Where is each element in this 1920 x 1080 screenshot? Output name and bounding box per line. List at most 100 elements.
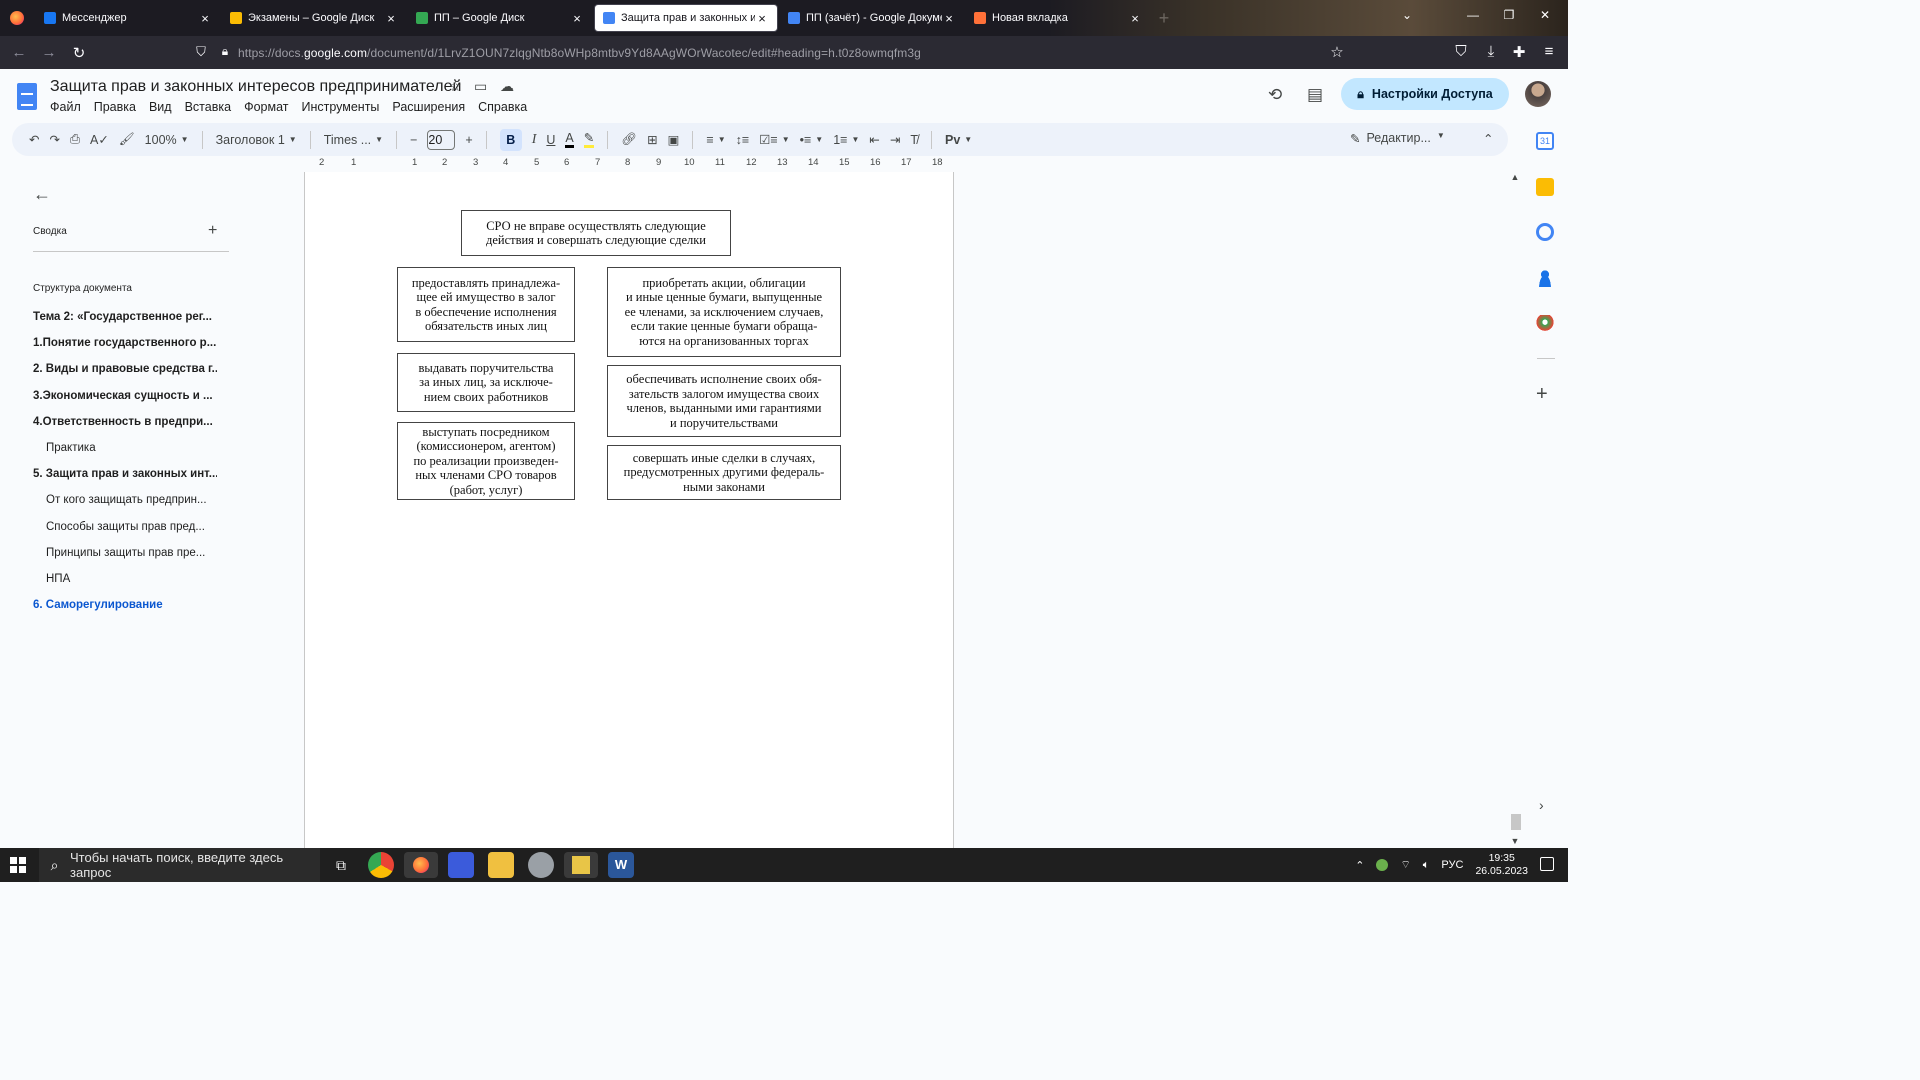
input-tools-icon[interactable]: Рv ▼ (945, 133, 972, 147)
underline-icon[interactable]: U (546, 133, 555, 147)
browser-tab[interactable]: ПП – Google Диск × (408, 4, 592, 32)
line-spacing-icon[interactable]: ↕≡ (736, 133, 750, 147)
print-icon[interactable]: ⎙ (70, 132, 80, 147)
maps-icon[interactable] (1536, 315, 1554, 333)
save-app-icon[interactable] (448, 852, 474, 878)
italic-icon[interactable]: I (532, 132, 537, 148)
firefox-taskbar-icon[interactable] (404, 852, 438, 878)
document-title[interactable]: Защита прав и законных интересов предпри… (50, 78, 461, 96)
chevron-up-icon[interactable]: ⌃ (1355, 859, 1364, 872)
windows-start-icon[interactable] (10, 857, 26, 873)
task-view-icon[interactable]: ⧉ (328, 852, 354, 878)
language-indicator[interactable]: РУС (1441, 859, 1463, 871)
increase-font-size-icon[interactable]: + (465, 133, 472, 147)
star-icon[interactable]: ☆ (449, 78, 462, 95)
menu-item[interactable]: Вид (149, 100, 172, 114)
insert-link-icon[interactable]: 🔗︎ (621, 132, 637, 147)
outline-item[interactable]: 3.Экономическая сущность и ... (33, 390, 217, 402)
browser-tab[interactable]: Защита прав и законных инте× (594, 4, 778, 32)
notifications-icon[interactable] (1540, 857, 1554, 871)
word-icon[interactable]: W (608, 852, 634, 878)
taskbar-search[interactable]: ⌕ Чтобы начать поиск, введите здесь запро… (39, 848, 320, 882)
outline-item[interactable]: От кого защищать предприн... (46, 494, 230, 506)
outline-item[interactable]: 2. Виды и правовые средства г... (33, 363, 217, 375)
outline-item[interactable]: 1.Понятие государственного р... (33, 337, 217, 349)
scroll-thumb[interactable] (1511, 814, 1521, 830)
wifi-icon[interactable]: ⌔ (1400, 858, 1410, 872)
menu-item[interactable]: Инструменты (301, 100, 379, 114)
close-window-button[interactable]: ✕ (1530, 8, 1560, 22)
font-size-input[interactable]: 20 (427, 129, 456, 150)
outline-item[interactable]: 6. Саморегулирование (33, 599, 217, 611)
text-color-icon[interactable]: A (565, 131, 574, 148)
menu-item[interactable]: Файл (50, 100, 81, 114)
menu-item[interactable]: Правка (94, 100, 136, 114)
paint-format-icon[interactable]: 🖌︎ (119, 132, 135, 147)
app-icon[interactable] (528, 852, 554, 878)
address-bar[interactable]: https://docs.google.com/document/d/1LrvZ… (238, 46, 921, 60)
style-select[interactable]: Заголовок 1 ▼ (216, 133, 297, 147)
menu-item[interactable]: Расширения (392, 100, 465, 114)
file-explorer-icon[interactable] (488, 852, 514, 878)
bulleted-list-icon[interactable]: •≡ ▼ (800, 133, 824, 147)
browser-tab[interactable]: Новая вкладка × (966, 4, 1150, 32)
align-icon[interactable]: ≡ ▼ (706, 133, 725, 147)
document-page[interactable]: СРО не вправе осуществлять следующие дей… (304, 172, 954, 848)
spellcheck-icon[interactable]: A✓ (90, 132, 109, 147)
add-summary-icon[interactable]: + (208, 222, 217, 240)
volume-icon[interactable]: 🔈︎ (1423, 859, 1430, 872)
checklist-icon[interactable]: ☑≡ ▼ (759, 132, 789, 147)
editing-mode-select[interactable]: ✎ Редактир... ▼ (1350, 131, 1445, 146)
close-tab-icon[interactable]: × (755, 11, 769, 26)
browser-tab[interactable]: Мессенджер × (36, 4, 220, 32)
close-tab-icon[interactable]: × (1128, 11, 1142, 26)
cloud-status-icon[interactable]: ☁ (500, 78, 514, 95)
move-folder-icon[interactable]: ▭ (474, 78, 487, 95)
close-tab-icon[interactable]: × (942, 11, 956, 26)
security-icon[interactable] (1376, 859, 1389, 871)
outline-item[interactable]: Способы защиты прав пред... (46, 521, 230, 533)
lock-icon[interactable]: 🔒︎ (210, 44, 240, 59)
decrease-indent-icon[interactable]: ⇤ (869, 132, 879, 147)
close-tab-icon[interactable]: × (198, 11, 212, 26)
close-tab-icon[interactable]: × (384, 11, 398, 26)
clock[interactable]: 19:35 26.05.2023 (1475, 852, 1528, 878)
browser-tab[interactable]: ПП (зачёт) - Google Документ × (780, 4, 964, 32)
scroll-up-icon[interactable]: ▲ (1508, 172, 1522, 182)
firefox-menu-icon[interactable] (0, 0, 34, 36)
decrease-font-size-icon[interactable]: − (410, 133, 417, 147)
outline-item[interactable]: 4.Ответственность в предпри... (33, 416, 217, 428)
add-addon-icon[interactable]: + (1536, 383, 1548, 406)
clear-formatting-icon[interactable]: T̸ (910, 133, 918, 147)
redo-icon[interactable]: ↷ (49, 132, 59, 147)
avatar[interactable] (1525, 81, 1551, 107)
undo-icon[interactable]: ↶ (29, 132, 39, 147)
menu-item[interactable]: Вставка (185, 100, 231, 114)
close-tab-icon[interactable]: × (570, 11, 584, 26)
close-outline-icon[interactable]: ← (33, 184, 51, 205)
back-icon[interactable]: ← (4, 44, 34, 61)
version-history-icon[interactable]: ⟲ (1268, 85, 1282, 105)
tasks-icon[interactable] (1536, 223, 1554, 241)
horizontal-ruler[interactable]: 2 1 1 2 3 4 5 6 7 8 9 10 11 12 13 14 15 16 17 18 (305, 157, 953, 170)
downloads-icon[interactable]: ⤓ (1476, 43, 1506, 60)
comments-icon[interactable]: ▤ (1307, 85, 1323, 105)
add-comment-icon[interactable]: ⊞ (647, 132, 657, 147)
chrome-icon[interactable] (368, 852, 394, 878)
font-select[interactable]: Times ... ▼ (324, 133, 383, 147)
reload-icon[interactable]: ↻ (64, 44, 94, 62)
share-button[interactable]: 🔒︎ Настройки Доступа (1341, 78, 1509, 110)
outline-item[interactable]: Тема 2: «Государственное рег... (33, 311, 217, 323)
insert-image-icon[interactable]: ▣ (668, 132, 680, 147)
minimize-button[interactable]: — (1458, 8, 1488, 22)
outline-item[interactable]: Принципы защиты прав пре... (46, 547, 230, 559)
tab-list-icon[interactable]: ⌄ (1392, 8, 1422, 22)
show-panel-icon[interactable]: › (1539, 797, 1544, 813)
scroll-down-icon[interactable]: ▼ (1508, 836, 1522, 846)
browser-tab[interactable]: Экзамены – Google Диск × (222, 4, 406, 32)
increase-indent-icon[interactable]: ⇥ (890, 132, 900, 147)
outline-item[interactable]: 5. Защита прав и законных инт... (33, 468, 217, 480)
contacts-icon[interactable] (1536, 269, 1554, 287)
menu-icon[interactable]: ≡ (1534, 43, 1564, 60)
outline-item[interactable]: Практика (46, 442, 230, 454)
